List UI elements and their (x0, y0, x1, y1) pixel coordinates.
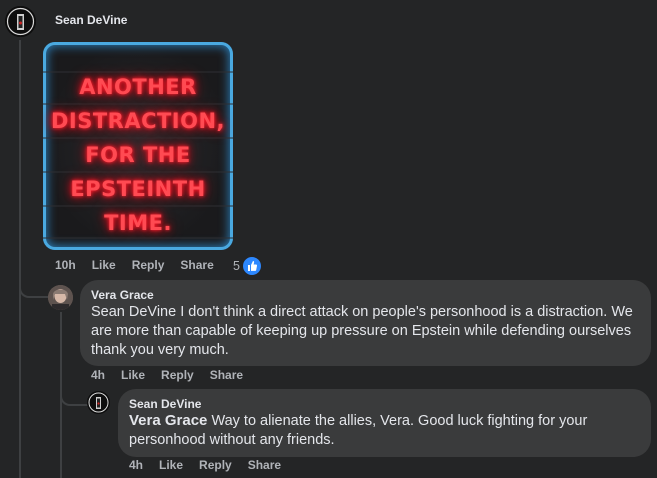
profile-picture-icon (5, 6, 36, 37)
like-reaction-icon (241, 256, 262, 276)
neon-line-5: TIME. (104, 211, 172, 235)
reply-button[interactable]: Reply (199, 458, 232, 472)
reply-button[interactable]: Reply (132, 258, 165, 272)
mention-tag[interactable]: Vera Grace (129, 412, 207, 429)
reaction-count: 5 (233, 259, 240, 273)
comment-author[interactable]: Sean DeVine (129, 397, 201, 411)
thread-branch-1 (19, 282, 49, 298)
like-button[interactable]: Like (121, 368, 145, 382)
neon-sign-text: ANOTHER DISTRACTION, FOR THE EPSTEINTH T… (43, 70, 233, 240)
share-button[interactable]: Share (210, 368, 243, 382)
thread-line-main (19, 40, 21, 478)
like-button[interactable]: Like (159, 458, 183, 472)
reply-button[interactable]: Reply (161, 368, 194, 382)
comment-author[interactable]: Vera Grace (91, 288, 154, 302)
comment-bubble: Sean DeVine Vera Grace Way to alienate t… (118, 389, 651, 457)
neon-line-4: EPSTEINTH (70, 177, 206, 201)
comment-bubble: Vera Grace Sean DeVine I don't think a d… (80, 280, 651, 366)
avatar[interactable] (48, 285, 73, 310)
neon-line-3: FOR THE (85, 143, 191, 167)
share-button[interactable]: Share (180, 258, 213, 272)
neon-line-1: ANOTHER (79, 75, 197, 99)
comment-actions: 4h Like Reply Share (129, 458, 297, 472)
thread-branch-2 (60, 390, 88, 406)
comment-actions: 10h Like Reply Share (55, 258, 230, 272)
comment-author[interactable]: Sean DeVine (55, 13, 127, 27)
profile-picture-icon (48, 285, 73, 310)
profile-picture-icon (87, 391, 110, 414)
comment-actions: 4h Like Reply Share (91, 368, 259, 382)
timestamp[interactable]: 10h (55, 258, 76, 272)
timestamp[interactable]: 4h (91, 368, 105, 382)
avatar[interactable] (87, 391, 110, 414)
neon-line-2: DISTRACTION, (50, 109, 226, 133)
share-button[interactable]: Share (248, 458, 281, 472)
reaction-summary[interactable]: 5 (233, 256, 262, 276)
timestamp[interactable]: 4h (129, 458, 143, 472)
avatar[interactable] (5, 6, 36, 37)
comment-image[interactable]: ANOTHER DISTRACTION, FOR THE EPSTEINTH T… (43, 42, 233, 250)
comment-text: Vera Grace Way to alienate the allies, V… (129, 411, 634, 450)
comment-text: Sean DeVine I don't think a direct attac… (91, 304, 633, 358)
like-button[interactable]: Like (92, 258, 116, 272)
